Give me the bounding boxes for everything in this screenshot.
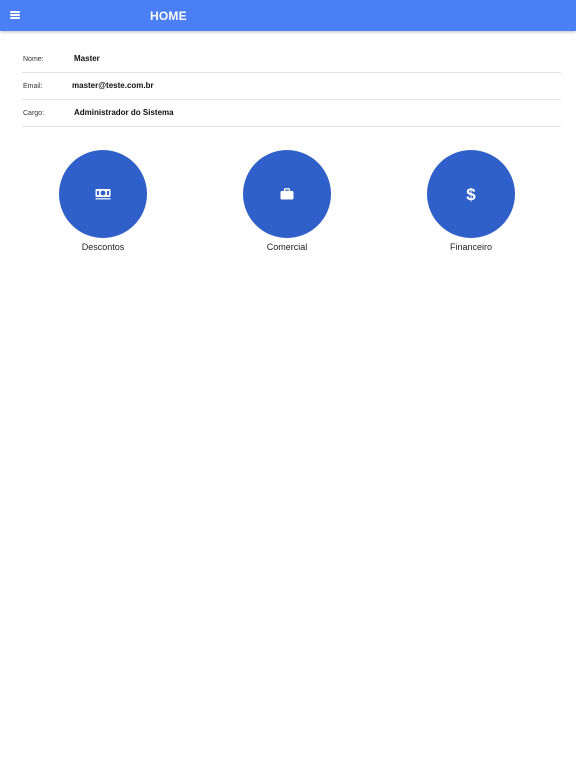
tile-label: Descontos	[81, 242, 125, 252]
info-row-cargo: Cargo: Administrador do Sistema	[22, 100, 561, 127]
tile-financeiro[interactable]: $ Financeiro	[416, 150, 526, 252]
menu-icon-bar	[10, 17, 20, 19]
money-icon	[95, 189, 111, 200]
tile-circle[interactable]: $	[427, 150, 515, 238]
info-value: master@teste.com.br	[72, 81, 154, 90]
menu-icon-bar	[10, 14, 20, 16]
user-info-list: Nome: Master Email: master@teste.com.br …	[22, 46, 561, 127]
info-row-email: Email: master@teste.com.br	[22, 73, 561, 100]
info-label: Nome:	[23, 56, 44, 63]
svg-text:$: $	[466, 185, 476, 203]
menu-button[interactable]	[8, 8, 22, 22]
info-value: Administrador do Sistema	[74, 108, 174, 117]
tile-circle[interactable]	[243, 150, 331, 238]
info-row-nome: Nome: Master	[22, 46, 561, 73]
info-value: Master	[74, 54, 100, 63]
tile-label: Comercial	[266, 242, 308, 252]
info-label: Cargo:	[23, 110, 45, 117]
tile-comercial[interactable]: Comercial	[232, 150, 342, 252]
menu-icon-bar	[10, 11, 20, 13]
briefcase-icon	[280, 188, 294, 200]
tile-circle[interactable]	[59, 150, 147, 238]
tile-label: Financeiro	[449, 242, 493, 252]
info-label: Email:	[23, 83, 43, 90]
app-bar: HOME	[0, 0, 576, 31]
page-title: HOME	[150, 9, 187, 23]
dollar-icon: $	[466, 185, 476, 203]
tile-descontos[interactable]: Descontos	[48, 150, 158, 252]
